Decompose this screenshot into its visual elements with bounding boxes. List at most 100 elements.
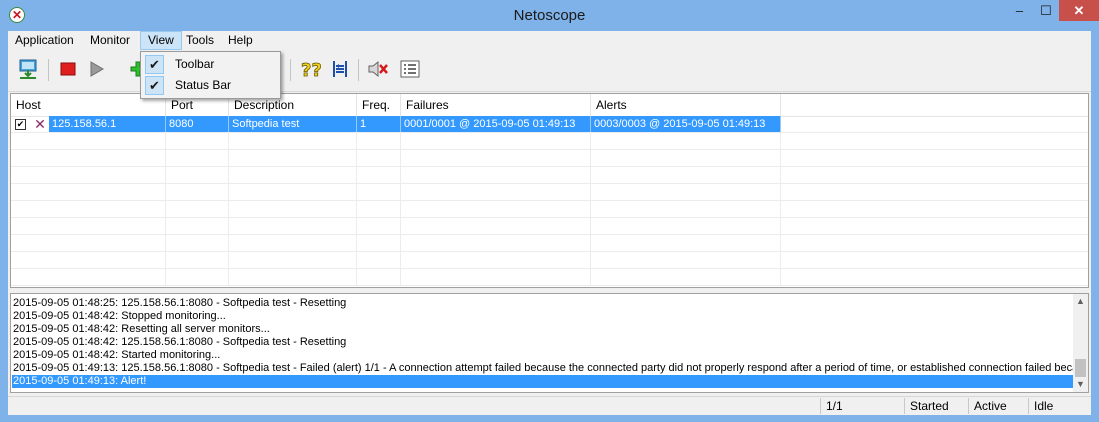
empty-cell xyxy=(357,269,401,285)
status-activity: Idle xyxy=(1028,398,1076,414)
empty-table-row xyxy=(11,184,1088,201)
empty-cell xyxy=(401,218,591,234)
empty-cell xyxy=(229,201,357,217)
empty-cell xyxy=(166,235,229,251)
empty-cell xyxy=(229,150,357,166)
column-alerts[interactable]: Alerts xyxy=(591,94,781,116)
empty-table-row xyxy=(11,133,1088,150)
empty-cell xyxy=(357,235,401,251)
align-left-icon[interactable] xyxy=(328,57,352,81)
log-panel[interactable]: 2015-09-05 01:48:25: 125.158.56.1:8080 -… xyxy=(10,293,1089,393)
empty-cell xyxy=(591,133,781,149)
empty-table-row xyxy=(11,235,1088,252)
empty-cell xyxy=(166,184,229,200)
log-line[interactable]: 2015-09-05 01:48:25: 125.158.56.1:8080 -… xyxy=(13,297,1073,310)
scroll-up-icon[interactable]: ▲ xyxy=(1073,294,1088,309)
column-failures[interactable]: Failures xyxy=(401,94,591,116)
stop-icon[interactable] xyxy=(56,57,80,81)
view-menu-dropdown: ✔ Toolbar ✔ Status Bar xyxy=(140,51,281,99)
minimize-button[interactable]: – xyxy=(1006,0,1033,21)
help-icon[interactable]: ?? xyxy=(298,57,322,81)
check-icon: ✔ xyxy=(145,76,164,95)
row-checkbox[interactable]: ✔ xyxy=(15,119,26,130)
menu-item-status-bar[interactable]: ✔ Status Bar xyxy=(143,75,278,96)
cell-description: Softpedia test xyxy=(229,116,357,132)
empty-cell xyxy=(357,133,401,149)
log-line[interactable]: 2015-09-05 01:49:13: 125.158.56.1:8080 -… xyxy=(13,362,1073,375)
log-line[interactable]: 2015-09-05 01:48:42: Stopped monitoring.… xyxy=(13,310,1073,323)
log-line[interactable]: 2015-09-05 01:48:42: Started monitoring.… xyxy=(13,349,1073,362)
empty-cell xyxy=(591,252,781,268)
empty-cell xyxy=(11,167,166,183)
empty-cell xyxy=(591,150,781,166)
menu-view[interactable]: View xyxy=(140,31,182,50)
empty-table-row xyxy=(11,218,1088,235)
maximize-button[interactable]: ☐ xyxy=(1033,0,1059,21)
menu-item-toolbar[interactable]: ✔ Toolbar xyxy=(143,54,278,75)
scrollbar-thumb[interactable] xyxy=(1075,359,1086,377)
toolbar-separator xyxy=(358,59,359,81)
empty-cell xyxy=(401,201,591,217)
empty-cell xyxy=(357,218,401,234)
menu-help[interactable]: Help xyxy=(221,31,260,50)
empty-cell xyxy=(591,201,781,217)
svg-text:??: ?? xyxy=(301,60,321,80)
failed-status-icon: ✕ xyxy=(34,116,46,132)
empty-cell xyxy=(11,269,166,285)
cell-failures: 0001/0001 @ 2015-09-05 01:49:13 xyxy=(401,116,591,132)
empty-cell xyxy=(229,235,357,251)
import-icon[interactable] xyxy=(16,57,40,81)
cell-freq: 1 xyxy=(357,116,401,132)
empty-table-row xyxy=(11,269,1088,286)
empty-cell xyxy=(11,235,166,251)
empty-cell xyxy=(357,252,401,268)
empty-cell xyxy=(11,201,166,217)
empty-table-row xyxy=(11,201,1088,218)
menu-item-label: Status Bar xyxy=(175,78,232,92)
menu-bar: Application Monitor View Tools Help xyxy=(8,31,1091,51)
empty-cell xyxy=(591,167,781,183)
empty-cell xyxy=(591,269,781,285)
empty-cell xyxy=(229,184,357,200)
play-icon[interactable] xyxy=(84,57,108,81)
empty-cell xyxy=(166,150,229,166)
status-count: 1/1 xyxy=(820,398,904,414)
empty-cell xyxy=(401,252,591,268)
menu-application[interactable]: Application xyxy=(8,31,81,50)
empty-cell xyxy=(229,252,357,268)
toolbar-separator xyxy=(290,59,291,81)
empty-cell xyxy=(229,167,357,183)
log-line[interactable]: 2015-09-05 01:48:42: Resetting all serve… xyxy=(13,323,1073,336)
empty-cell xyxy=(357,167,401,183)
log-line[interactable]: 2015-09-05 01:48:42: 125.158.56.1:8080 -… xyxy=(13,336,1073,349)
empty-cell xyxy=(11,252,166,268)
empty-cell xyxy=(591,218,781,234)
list-icon[interactable] xyxy=(398,57,422,81)
empty-cell xyxy=(357,150,401,166)
scroll-down-icon[interactable]: ▼ xyxy=(1073,377,1088,392)
menu-tools[interactable]: Tools xyxy=(179,31,221,50)
empty-cell xyxy=(401,269,591,285)
table-row[interactable]: ✔ ✕ 125.158.56.1 8080 Softpedia test 1 0… xyxy=(11,116,1088,133)
empty-cell xyxy=(401,150,591,166)
column-freq[interactable]: Freq. xyxy=(357,94,401,116)
empty-cell xyxy=(11,184,166,200)
status-mode: Active xyxy=(968,398,1028,414)
menu-item-label: Toolbar xyxy=(175,57,215,71)
close-button[interactable]: ✕ xyxy=(1059,0,1099,21)
cell-host: 125.158.56.1 xyxy=(49,116,166,132)
cell-port: 8080 xyxy=(166,116,229,132)
menu-monitor[interactable]: Monitor xyxy=(83,31,137,50)
empty-cell xyxy=(229,218,357,234)
empty-cell xyxy=(166,167,229,183)
monitor-table: Host Port Description Freq. Failures Ale… xyxy=(10,93,1089,288)
log-scrollbar[interactable]: ▲ ▼ xyxy=(1073,294,1088,392)
status-bar: 1/1 Started Active Idle xyxy=(8,396,1091,415)
toolbar-separator xyxy=(48,59,49,81)
mute-icon[interactable] xyxy=(366,57,390,81)
empty-cell xyxy=(591,184,781,200)
window-title: Netoscope xyxy=(513,7,586,24)
log-line-selected[interactable]: 2015-09-05 01:49:13: Alert! xyxy=(12,375,1075,388)
empty-cell xyxy=(229,133,357,149)
title-bar[interactable]: ✕ Netoscope – ☐ ✕ xyxy=(0,0,1099,31)
